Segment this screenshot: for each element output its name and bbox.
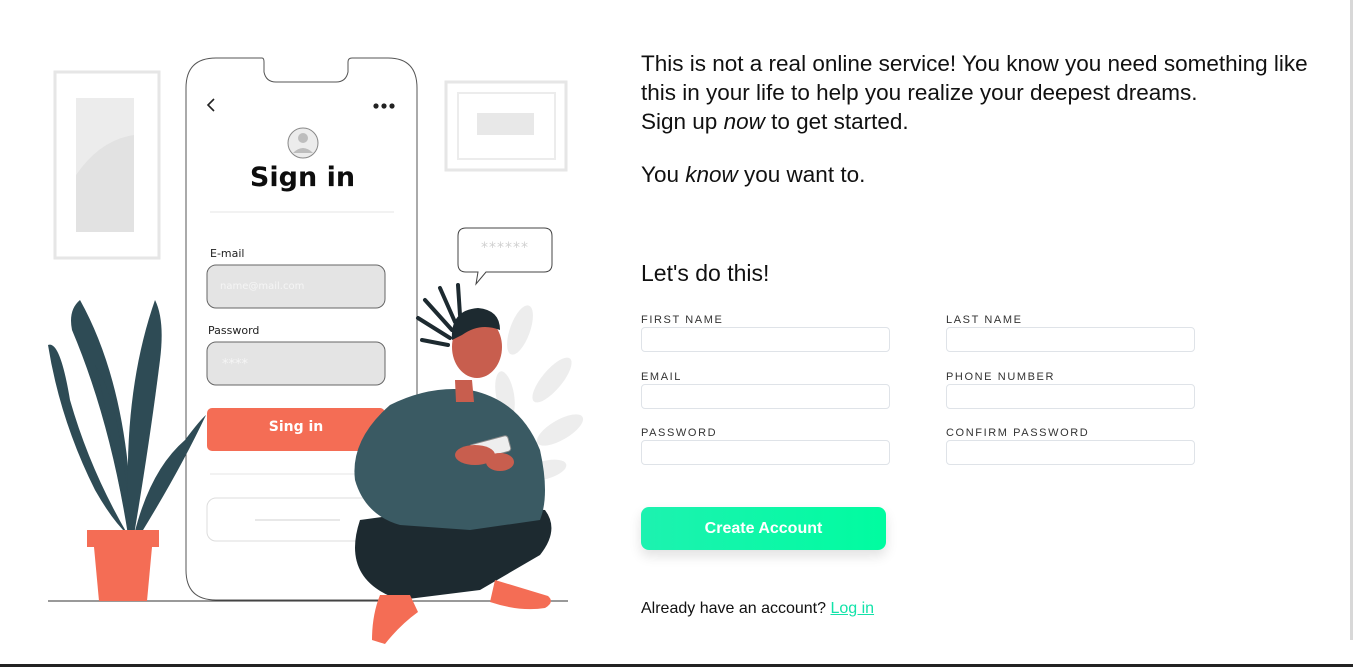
password-label: PASSWORD bbox=[641, 427, 718, 439]
app-email-placeholder: name@mail.com bbox=[220, 281, 305, 292]
form-title: Let's do this! bbox=[641, 260, 770, 286]
app-signin-button-label: Sing in bbox=[268, 419, 324, 435]
intro-signup-pre: Sign up bbox=[641, 109, 724, 134]
last-name-label: LAST NAME bbox=[946, 314, 1023, 326]
intro-signup-post: to get started. bbox=[764, 109, 909, 134]
app-password-placeholder: **** bbox=[222, 357, 248, 372]
app-signin-title: Sign in bbox=[249, 162, 356, 193]
login-prompt: Already have an account? Log in bbox=[641, 600, 874, 618]
intro-know-pre: You bbox=[641, 162, 686, 187]
intro-know-post: you want to. bbox=[737, 162, 866, 187]
intro-paragraph-2: You know you want to. bbox=[641, 160, 1321, 189]
intro-signup-em: now bbox=[723, 109, 765, 134]
confirm-password-input[interactable] bbox=[946, 440, 1195, 465]
illustration-art bbox=[48, 57, 584, 644]
password-input[interactable] bbox=[641, 440, 890, 465]
first-name-label: FIRST NAME bbox=[641, 314, 724, 326]
intro-paragraph: This is not a real online service! You k… bbox=[641, 49, 1321, 136]
login-prompt-text: Already have an account? bbox=[641, 600, 827, 617]
email-input[interactable] bbox=[641, 384, 890, 409]
intro-know-em: know bbox=[685, 162, 738, 187]
last-name-input[interactable] bbox=[946, 327, 1195, 352]
login-link[interactable]: Log in bbox=[830, 600, 874, 617]
phone-number-label: PHONE NUMBER bbox=[946, 371, 1056, 383]
app-email-label: E-mail bbox=[210, 247, 245, 260]
phone-number-input[interactable] bbox=[946, 384, 1195, 409]
create-account-button[interactable]: Create Account bbox=[641, 507, 886, 550]
app-password-label: Password bbox=[208, 324, 260, 337]
intro-line-1: This is not a real online service! You k… bbox=[641, 51, 1308, 105]
first-name-input[interactable] bbox=[641, 327, 890, 352]
speech-bubble-text: ****** bbox=[481, 240, 529, 256]
email-label: EMAIL bbox=[641, 371, 683, 383]
intro-text: This is not a real online service! You k… bbox=[641, 49, 1321, 189]
confirm-password-label: CONFIRM PASSWORD bbox=[946, 427, 1090, 439]
